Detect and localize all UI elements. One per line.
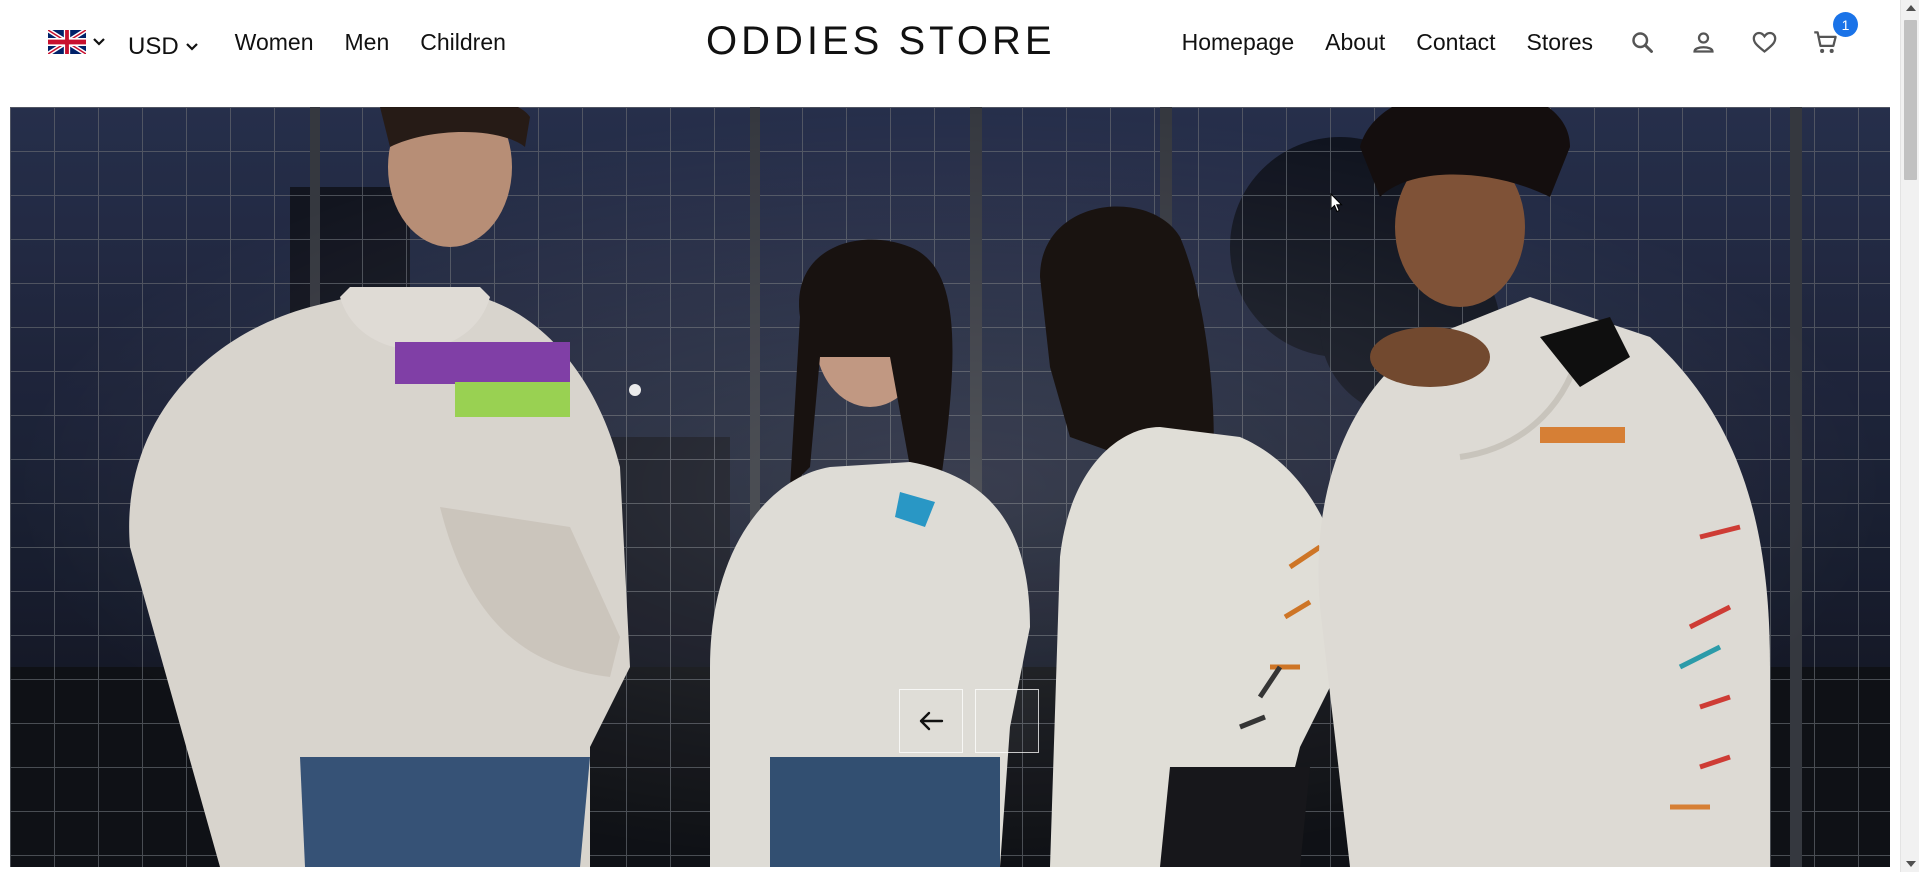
user-icon: [1692, 31, 1714, 53]
nav-link-about[interactable]: About: [1325, 29, 1385, 56]
arrow-left-icon: [919, 711, 944, 731]
brand-logo[interactable]: ODDIES STORE: [706, 19, 1052, 64]
nav-left: USD Women Men Children: [48, 20, 537, 64]
currency-selector[interactable]: USD: [128, 33, 199, 61]
scroll-thumb[interactable]: [1904, 20, 1917, 180]
cart-icon: [1813, 30, 1837, 53]
search-icon: [1631, 31, 1653, 53]
language-selector[interactable]: [48, 30, 106, 54]
nav-link-contact[interactable]: Contact: [1416, 29, 1495, 56]
nav-link-homepage[interactable]: Homepage: [1182, 29, 1295, 56]
scroll-up-arrow-icon[interactable]: [1906, 5, 1916, 11]
hero-slider: [10, 107, 1890, 867]
heart-icon: [1752, 31, 1776, 53]
wishlist-button[interactable]: [1749, 27, 1779, 57]
currency-label: USD: [128, 33, 179, 60]
hero-image: [10, 107, 1890, 867]
chevron-down-icon: [185, 43, 198, 51]
account-button[interactable]: [1688, 27, 1718, 57]
slider-controls: [899, 689, 1039, 753]
search-button[interactable]: [1627, 27, 1657, 57]
slide-next-button[interactable]: [975, 689, 1039, 753]
scroll-down-arrow-icon[interactable]: [1906, 861, 1916, 867]
site-header: USD Women Men Children ODDIES STORE Home…: [0, 0, 1900, 107]
page-scrollbar[interactable]: [1900, 0, 1919, 872]
uk-flag-icon: [48, 30, 86, 54]
nav-link-stores[interactable]: Stores: [1527, 29, 1593, 56]
nav-link-children[interactable]: Children: [420, 29, 506, 56]
slide-prev-button[interactable]: [899, 689, 963, 753]
cart-count-badge: 1: [1833, 12, 1858, 37]
nav-link-women[interactable]: Women: [235, 29, 314, 56]
nav-link-men[interactable]: Men: [345, 29, 390, 56]
nav-right: Homepage About Contact Stores 1: [1182, 12, 1858, 64]
mouse-cursor-icon: [1330, 193, 1343, 213]
chevron-down-icon: [93, 38, 105, 46]
cart-button[interactable]: 1: [1810, 12, 1858, 57]
